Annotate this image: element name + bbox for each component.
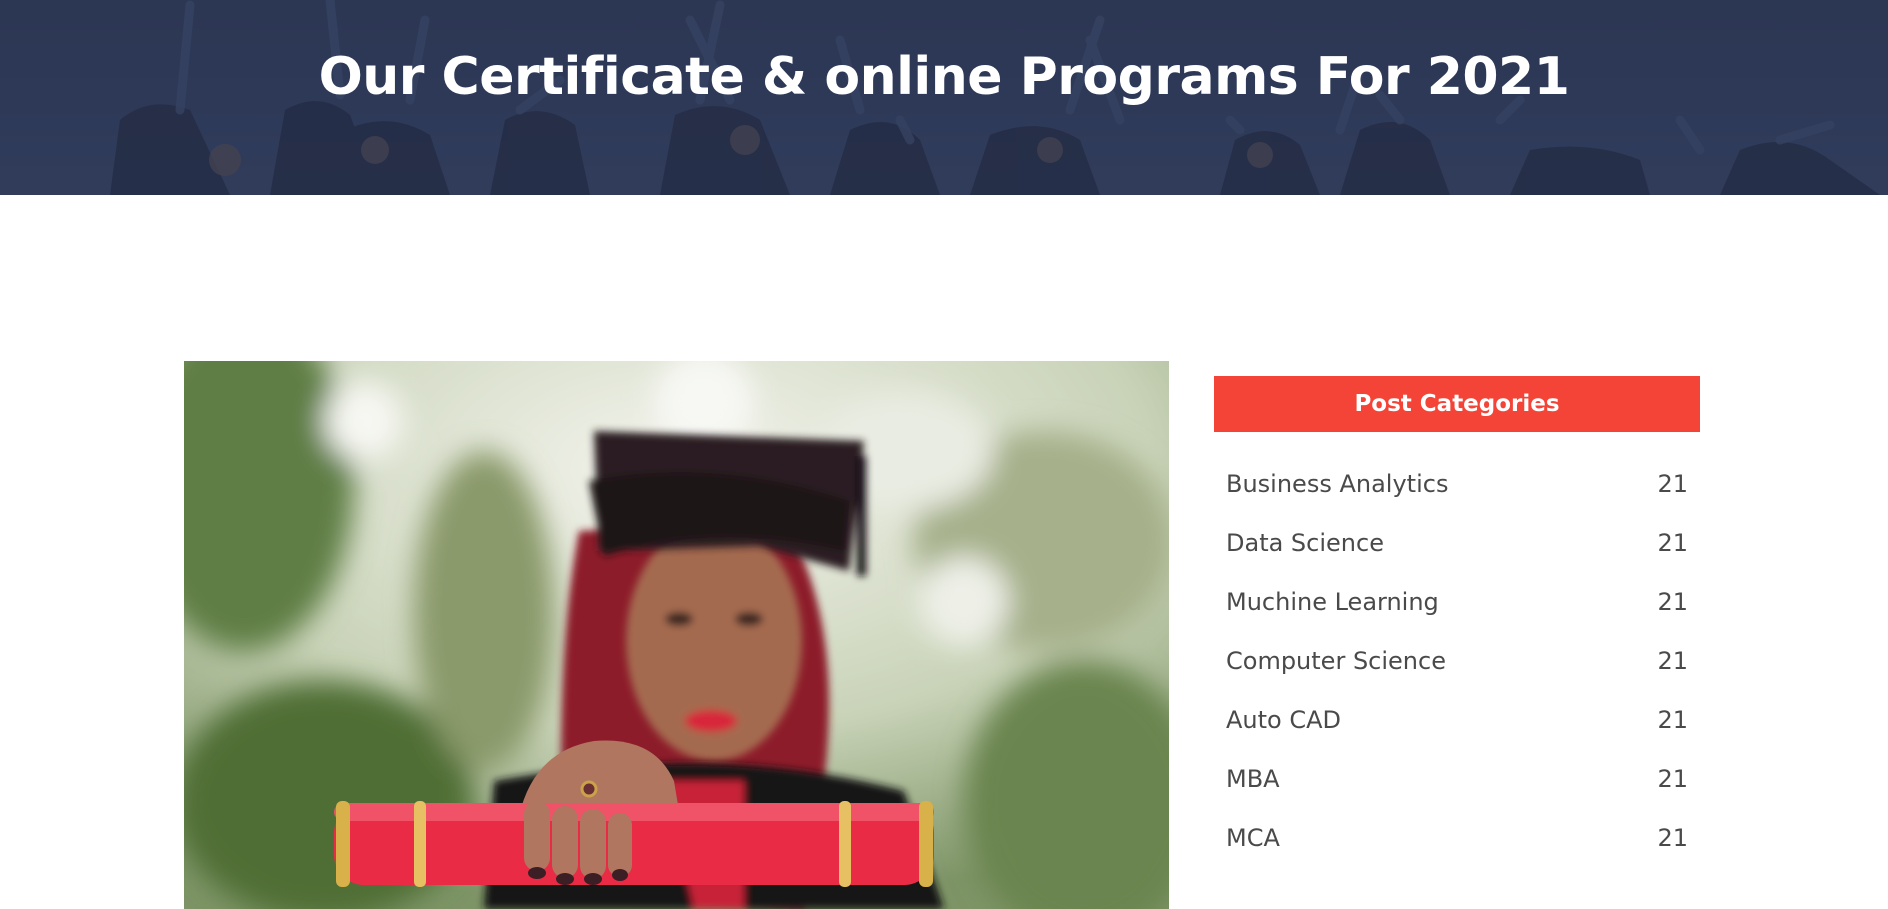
category-label[interactable]: Business Analytics <box>1226 468 1448 500</box>
category-item-machine-learning[interactable]: Muchine Learning 21 <box>1214 586 1700 645</box>
category-count: 21 <box>1657 706 1688 734</box>
post-categories-header: Post Categories <box>1214 376 1700 432</box>
category-item-auto-cad[interactable]: Auto CAD 21 <box>1214 704 1700 763</box>
category-count: 21 <box>1657 824 1688 852</box>
category-count: 21 <box>1657 765 1688 793</box>
category-item-computer-science[interactable]: Computer Science 21 <box>1214 645 1700 704</box>
category-label[interactable]: MCA <box>1226 822 1280 854</box>
page-banner: Our Certificate & online Programs For 20… <box>0 0 1888 195</box>
category-item-mca[interactable]: MCA 21 <box>1214 822 1700 881</box>
category-list: Business Analytics 21 Data Science 21 Mu… <box>1214 468 1700 881</box>
category-item-business-analytics[interactable]: Business Analytics 21 <box>1214 468 1700 527</box>
category-label[interactable]: Computer Science <box>1226 645 1446 677</box>
category-label[interactable]: Auto CAD <box>1226 704 1341 736</box>
category-count: 21 <box>1657 588 1688 616</box>
category-label[interactable]: Muchine Learning <box>1226 586 1439 618</box>
category-label[interactable]: Data Science <box>1226 527 1384 559</box>
post-categories-widget: Post Categories Business Analytics 21 Da… <box>1214 376 1700 881</box>
category-label[interactable]: MBA <box>1226 763 1280 795</box>
category-count: 21 <box>1657 529 1688 557</box>
page-title: Our Certificate & online Programs For 20… <box>318 47 1570 107</box>
category-item-mba[interactable]: MBA 21 <box>1214 763 1700 822</box>
category-count: 21 <box>1657 647 1688 675</box>
category-item-data-science[interactable]: Data Science 21 <box>1214 527 1700 586</box>
category-count: 21 <box>1657 470 1688 498</box>
graduate-photo-icon <box>184 361 1169 909</box>
featured-post-image[interactable] <box>184 361 1169 909</box>
